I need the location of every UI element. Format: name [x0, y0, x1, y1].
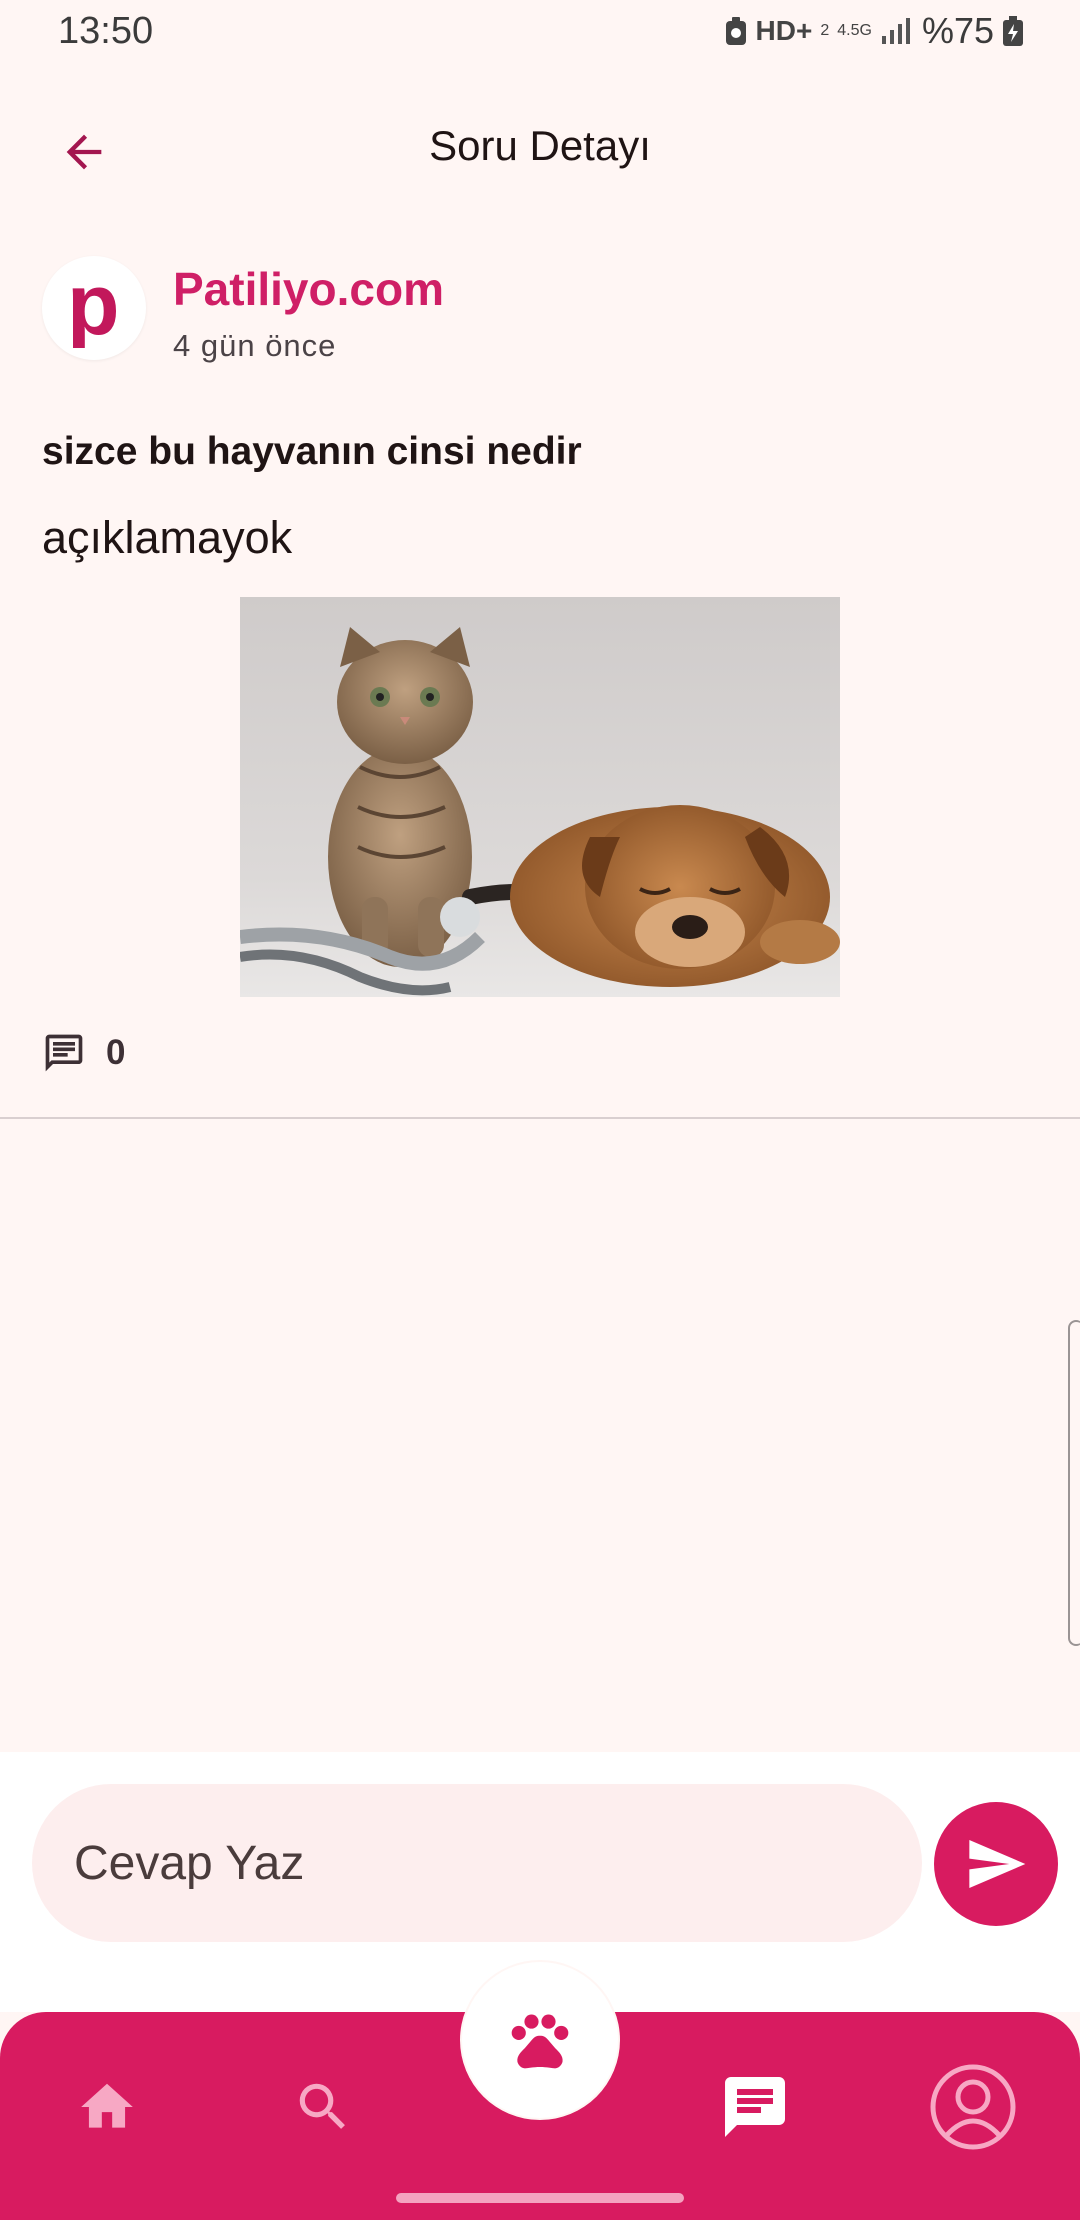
author-name[interactable]: Patiliyo.com	[173, 262, 444, 316]
battery-saver-icon	[725, 17, 746, 45]
page-title: Soru Detayı	[429, 122, 651, 169]
chat-icon	[725, 2077, 785, 2137]
question-title: sizce bu hayvanın cinsi nedir	[42, 430, 582, 473]
paw-icon	[511, 2014, 569, 2069]
home-indicator[interactable]	[396, 2193, 684, 2203]
network-sub: 2	[820, 22, 830, 39]
post-time: 4 gün önce	[173, 328, 337, 363]
comment-count-value: 0	[106, 1033, 126, 1072]
author-row: p Patiliyo.com 4 gün önce	[42, 256, 942, 366]
question-description: açıklamayok	[42, 512, 293, 563]
reply-input[interactable]	[32, 1784, 922, 1942]
post-image[interactable]	[240, 597, 840, 997]
send-button[interactable]	[934, 1802, 1058, 1926]
center-fab	[460, 1960, 620, 2120]
avatar[interactable]: p	[42, 256, 146, 360]
battery-icon	[1003, 16, 1023, 46]
comment-count[interactable]: 0	[42, 1030, 125, 1076]
nav-questions[interactable]	[710, 2062, 800, 2152]
profile-icon	[930, 2064, 1016, 2150]
network-label: HD+	[755, 15, 813, 46]
data-type: 4.5G	[837, 22, 872, 39]
search-icon	[299, 2083, 345, 2129]
nav-home[interactable]	[62, 2062, 152, 2152]
kitten-puppy-photo	[240, 597, 840, 997]
home-icon	[81, 2083, 133, 2128]
patiliyo-logo-icon: p	[67, 268, 120, 348]
nav-search[interactable]	[278, 2062, 368, 2152]
send-icon	[969, 1840, 1026, 1888]
divider	[0, 1117, 1080, 1119]
nav-profile[interactable]	[928, 2062, 1018, 2152]
signal-icon	[881, 18, 910, 44]
comment-icon	[45, 1034, 83, 1072]
status-time: 13:50	[58, 10, 154, 52]
status-icons: HD+ 2 4.5G %75	[724, 10, 1024, 52]
paw-button[interactable]	[462, 1962, 618, 2118]
status-bar: 13:50 HD+ 2 4.5G %75	[0, 0, 1080, 66]
scrollbar[interactable]	[1068, 1320, 1080, 1646]
top-app-bar: Soru Detayı	[0, 100, 1080, 200]
battery-text: %75	[921, 10, 994, 51]
svg-text:p: p	[67, 268, 120, 348]
